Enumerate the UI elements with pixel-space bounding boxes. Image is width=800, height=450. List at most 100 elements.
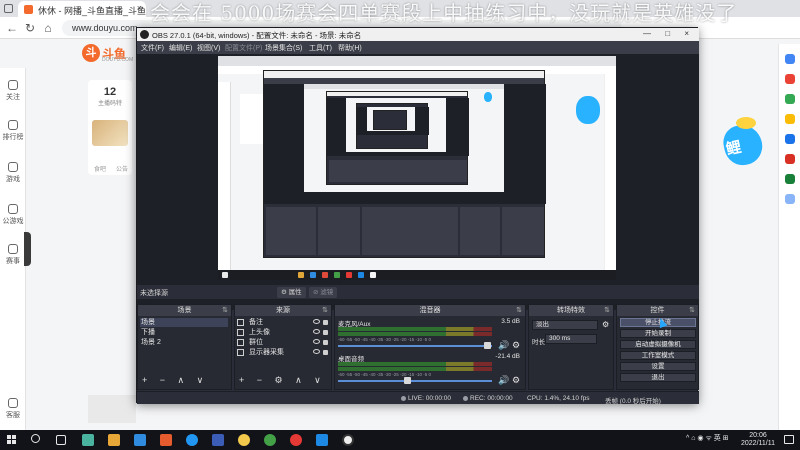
extension-icon[interactable] (785, 174, 795, 184)
source-item[interactable]: 群位 (237, 338, 331, 347)
volume-fader-knob[interactable] (484, 342, 491, 349)
extension-icon[interactable] (785, 94, 795, 104)
transition-select[interactable]: 淡出 (532, 320, 598, 330)
rail-item-ranking[interactable]: 排行榜 (0, 120, 26, 142)
refresh-icon[interactable]: ↻ (22, 20, 38, 36)
office-icon[interactable] (160, 434, 172, 446)
start-virtual-camera-button[interactable]: 启动虚拟摄像机 (620, 340, 696, 349)
dock-float-icon[interactable]: ⇅ (689, 305, 695, 316)
extension-icon[interactable] (785, 134, 795, 144)
windows-start-icon[interactable] (7, 435, 17, 445)
volume-fader-knob[interactable] (404, 377, 411, 384)
app-icon[interactable] (134, 434, 146, 446)
menu-file[interactable]: 文件(F) (141, 43, 164, 53)
douyu-logo[interactable]: 斗 斗鱼 DOUYU.COM (82, 44, 136, 63)
menu-profile[interactable]: 配置文件(P) (225, 43, 262, 53)
browser-icon[interactable] (186, 434, 198, 446)
category-tag-notice[interactable]: 公告 (116, 164, 128, 173)
visibility-eye-icon[interactable] (313, 339, 320, 344)
category-card[interactable]: 12 主播码特 食吧 公告 (88, 80, 132, 175)
rail-item-service[interactable]: 客服 (0, 398, 26, 420)
app-icon[interactable] (82, 434, 94, 446)
rail-item-pub-games[interactable]: 公游戏 (0, 204, 26, 226)
preview-card (240, 94, 264, 144)
menu-tools[interactable]: 工具(T) (309, 43, 332, 53)
file-explorer-icon[interactable] (108, 434, 120, 446)
gear-icon[interactable]: ⚙ (512, 375, 520, 386)
duration-spinbox[interactable]: 300 ms (545, 334, 597, 344)
preview-app-icon (298, 272, 304, 278)
task-view-icon[interactable] (56, 435, 66, 445)
tab-close-icon[interactable]: × (137, 3, 142, 13)
dock-title: 来源 (276, 307, 290, 314)
tab-actions-icon[interactable] (4, 4, 13, 13)
menu-help[interactable]: 帮助(H) (338, 43, 362, 53)
menu-scene-collection[interactable]: 场景集合(S) (265, 43, 302, 53)
scene-item[interactable]: 场景 (140, 318, 228, 327)
volume-fader-track[interactable] (338, 345, 492, 347)
office-icon[interactable] (785, 154, 795, 164)
exit-button[interactable]: 退出 (620, 373, 696, 382)
heart-icon (8, 80, 18, 90)
lock-icon[interactable] (323, 340, 328, 345)
properties-button[interactable]: ⚙ 属性 (277, 287, 306, 298)
text-source-icon (237, 319, 244, 326)
source-item[interactable]: 上头像 (237, 328, 331, 337)
scene-toolbar-buttons[interactable]: + − ∧ ∨ (142, 375, 208, 386)
rail-item-events[interactable]: 赛事 (0, 244, 26, 266)
dock-float-icon[interactable]: ⇅ (322, 305, 328, 316)
extension-icon[interactable] (785, 54, 795, 64)
rail-collapse-handle[interactable] (24, 232, 31, 266)
category-tag-food[interactable]: 食吧 (94, 164, 106, 173)
dock-float-icon[interactable]: ⇅ (222, 305, 228, 316)
scene-item[interactable]: 场景 2 (140, 338, 228, 347)
chrome-icon[interactable] (238, 434, 250, 446)
clock[interactable]: 20:06 2022/11/11 (738, 432, 778, 448)
search-icon[interactable] (31, 434, 40, 443)
visibility-eye-icon[interactable] (313, 329, 320, 334)
obs-title-bar[interactable]: OBS 27.0.1 (64-bit, windows) - 配置文件: 未命名… (137, 28, 699, 41)
source-item[interactable]: 显示器采集 (237, 348, 331, 357)
studio-mode-button[interactable]: 工作室模式 (620, 351, 696, 360)
settings-button[interactable]: 设置 (620, 362, 696, 371)
home-icon[interactable]: ⌂ (40, 20, 56, 36)
app-icon[interactable] (290, 434, 302, 446)
scene-item[interactable]: 下播 (140, 328, 228, 337)
lock-icon[interactable] (323, 330, 328, 335)
volume-fader-track[interactable] (338, 380, 492, 382)
extension-icon[interactable] (785, 194, 795, 204)
rail-item-follow[interactable]: 关注 (0, 80, 26, 102)
source-item[interactable]: 备注 (237, 318, 331, 327)
promo-mascot-art[interactable]: 鲤 (718, 115, 768, 185)
app-icon[interactable] (264, 434, 276, 446)
menu-edit[interactable]: 编辑(E) (169, 43, 192, 53)
text-source-icon (237, 329, 244, 336)
menu-view[interactable]: 视图(V) (197, 43, 220, 53)
start-recording-button[interactable]: 开始录制 (620, 329, 696, 338)
extension-icon[interactable] (785, 74, 795, 84)
gear-icon[interactable]: ⚙ (512, 340, 520, 351)
source-toolbar-buttons[interactable]: + − ⚙ ∧ ∨ (239, 375, 326, 386)
window-controls[interactable]: — □ × (643, 29, 695, 38)
back-arrow-icon[interactable]: ← (4, 20, 20, 36)
speaker-icon[interactable]: 🔊 (498, 375, 509, 386)
visibility-eye-icon[interactable] (313, 349, 320, 354)
transition-gear-icon[interactable]: ⚙ (602, 320, 609, 329)
dock-float-icon[interactable]: ⇅ (604, 305, 610, 316)
preview-canvas[interactable] (218, 56, 616, 280)
obs-taskbar-icon[interactable] (342, 434, 354, 446)
obs-window: OBS 27.0.1 (64-bit, windows) - 配置文件: 未命名… (136, 27, 699, 405)
dock-float-icon[interactable]: ⇅ (516, 305, 522, 316)
rail-item-games[interactable]: 游戏 (0, 162, 26, 184)
notification-icon[interactable] (784, 435, 794, 444)
lock-icon[interactable] (323, 320, 328, 325)
edge-icon[interactable] (316, 434, 328, 446)
system-tray[interactable]: ^ ⌂ ◉ ᯤ 英 ⊞ (686, 433, 729, 443)
browser-tab-douyu[interactable]: 休休 - 网播_斗鱼直播_斗鱼... × (18, 1, 146, 17)
visibility-eye-icon[interactable] (313, 319, 320, 324)
lock-icon[interactable] (323, 350, 328, 355)
app-icon[interactable] (212, 434, 224, 446)
speaker-icon[interactable]: 🔊 (498, 340, 509, 351)
extension-icon[interactable] (785, 114, 795, 124)
filters-button[interactable]: ⊘ 滤镜 (309, 287, 338, 298)
